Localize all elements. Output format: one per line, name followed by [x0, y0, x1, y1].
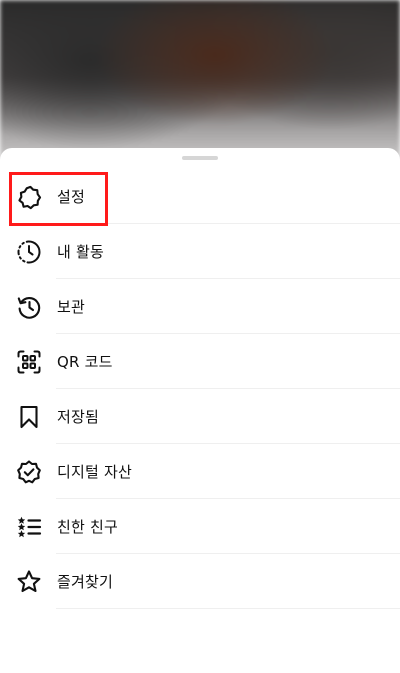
menu-label-favorites: 즐겨찾기 [57, 573, 114, 591]
menu-list: 설정 내 활동 보관 QR 코드 저장됨 디지털 자산 친한 친구 즐겨찾기 [0, 169, 400, 609]
menu-item-close-friends[interactable]: 친한 친구 [0, 499, 400, 554]
settings-gear-icon [16, 184, 42, 210]
sheet-drag-handle[interactable] [182, 156, 218, 160]
shield-check-icon [16, 459, 42, 485]
bookmark-icon [16, 404, 42, 430]
bottom-sheet-menu: 설정 내 활동 보관 QR 코드 저장됨 디지털 자산 친한 친구 즐겨찾기 [0, 148, 400, 673]
close-friends-list-icon [16, 514, 42, 540]
activity-icon [16, 239, 42, 265]
menu-label-close-friends: 친한 친구 [57, 518, 118, 536]
menu-item-my-activity[interactable]: 내 활동 [0, 224, 400, 279]
menu-label-saved: 저장됨 [57, 408, 100, 426]
menu-item-digital-assets[interactable]: 디지털 자산 [0, 444, 400, 499]
qr-code-icon [16, 349, 42, 375]
menu-item-qr-code[interactable]: QR 코드 [0, 334, 400, 389]
archive-history-icon [16, 294, 42, 320]
menu-label-digital-assets: 디지털 자산 [57, 463, 132, 481]
screen: 설정 내 활동 보관 QR 코드 저장됨 디지털 자산 친한 친구 즐겨찾기 [0, 0, 400, 673]
menu-item-settings[interactable]: 설정 [0, 169, 400, 224]
menu-label-my-activity: 내 활동 [57, 243, 104, 261]
star-icon [16, 569, 42, 595]
menu-item-archive[interactable]: 보관 [0, 279, 400, 334]
blurred-background[interactable] [0, 0, 400, 170]
menu-item-favorites[interactable]: 즐겨찾기 [0, 554, 400, 609]
menu-label-qr-code: QR 코드 [57, 353, 113, 371]
menu-item-saved[interactable]: 저장됨 [0, 389, 400, 444]
menu-label-settings: 설정 [57, 188, 86, 206]
menu-label-archive: 보관 [57, 298, 86, 316]
